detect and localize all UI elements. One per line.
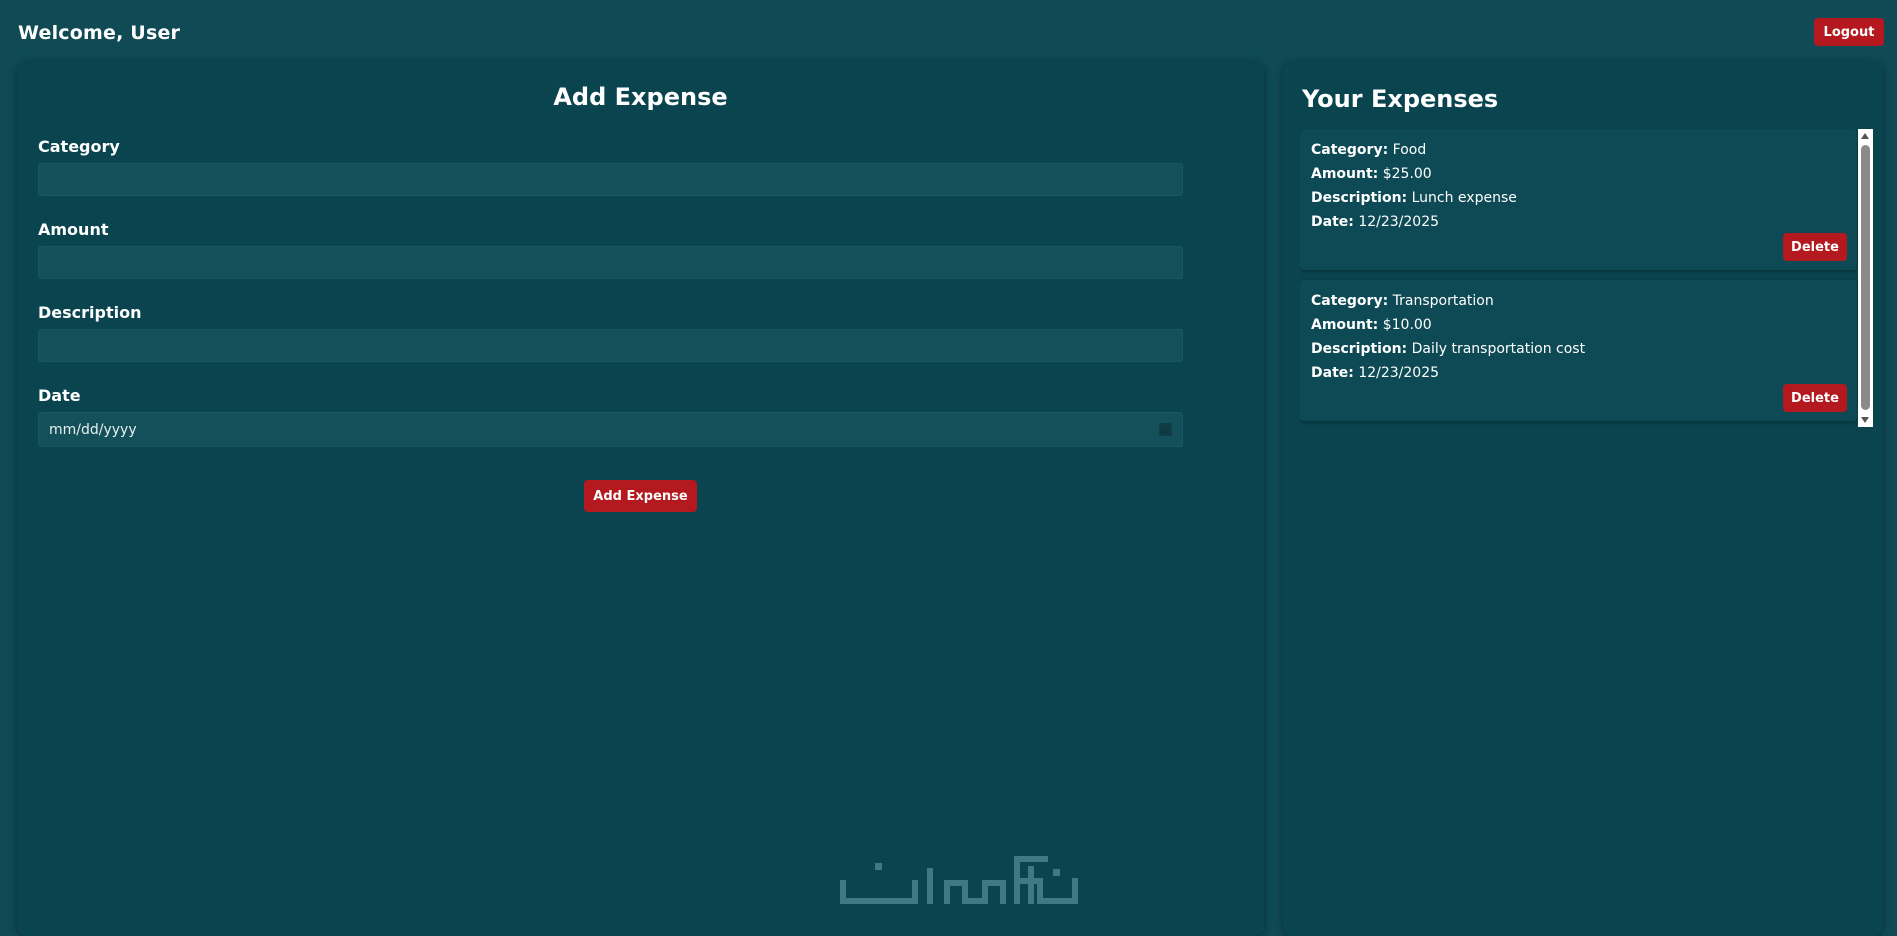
- expense-description: Description: Daily transportation cost: [1311, 341, 1586, 357]
- top-bar: Welcome, User Logout: [0, 0, 1897, 60]
- expense-amount: Amount: $10.00: [1311, 317, 1432, 333]
- scroll-up-arrow-icon[interactable]: [1861, 133, 1869, 139]
- expenses-list[interactable]: Category: Food Amount: $25.00 Descriptio…: [1300, 129, 1873, 427]
- expense-amount: Amount: $25.00: [1311, 166, 1432, 182]
- logout-button[interactable]: Logout: [1814, 18, 1884, 46]
- add-expense-panel: Add Expense Category Amount Description …: [17, 61, 1264, 936]
- expenses-scrollbar[interactable]: [1858, 129, 1873, 427]
- amount-input[interactable]: [38, 246, 1183, 279]
- expense-date: Date: 12/23/2025: [1311, 214, 1440, 230]
- expenses-title: Your Expenses: [1302, 85, 1499, 113]
- calendar-icon[interactable]: [1159, 423, 1172, 436]
- expense-category: Category: Transportation: [1311, 293, 1494, 309]
- expenses-panel: Your Expenses Category: Food Amount: $25…: [1283, 61, 1883, 936]
- add-expense-title: Add Expense: [553, 83, 728, 111]
- expense-description: Description: Lunch expense: [1311, 190, 1517, 206]
- expense-date: Date: 12/23/2025: [1311, 365, 1440, 381]
- category-input[interactable]: [38, 163, 1183, 196]
- scroll-down-arrow-icon[interactable]: [1861, 417, 1869, 423]
- expense-card: Category: Transportation Amount: $10.00 …: [1300, 280, 1857, 421]
- expense-card: Category: Food Amount: $25.00 Descriptio…: [1300, 129, 1857, 270]
- description-input[interactable]: [38, 329, 1183, 362]
- expense-category: Category: Food: [1311, 142, 1427, 158]
- add-expense-button[interactable]: Add Expense: [584, 480, 697, 512]
- category-label: Category: [38, 137, 120, 156]
- scroll-thumb[interactable]: [1861, 145, 1870, 410]
- amount-label: Amount: [38, 220, 109, 239]
- description-label: Description: [38, 303, 142, 322]
- delete-button[interactable]: Delete: [1783, 384, 1847, 412]
- delete-button[interactable]: Delete: [1783, 233, 1847, 261]
- logo-watermark-icon: [840, 856, 1078, 904]
- date-label: Date: [38, 386, 81, 405]
- date-placeholder: mm/dd/yyyy: [49, 421, 137, 438]
- welcome-message: Welcome, User: [18, 22, 181, 44]
- date-input[interactable]: mm/dd/yyyy: [38, 412, 1183, 447]
